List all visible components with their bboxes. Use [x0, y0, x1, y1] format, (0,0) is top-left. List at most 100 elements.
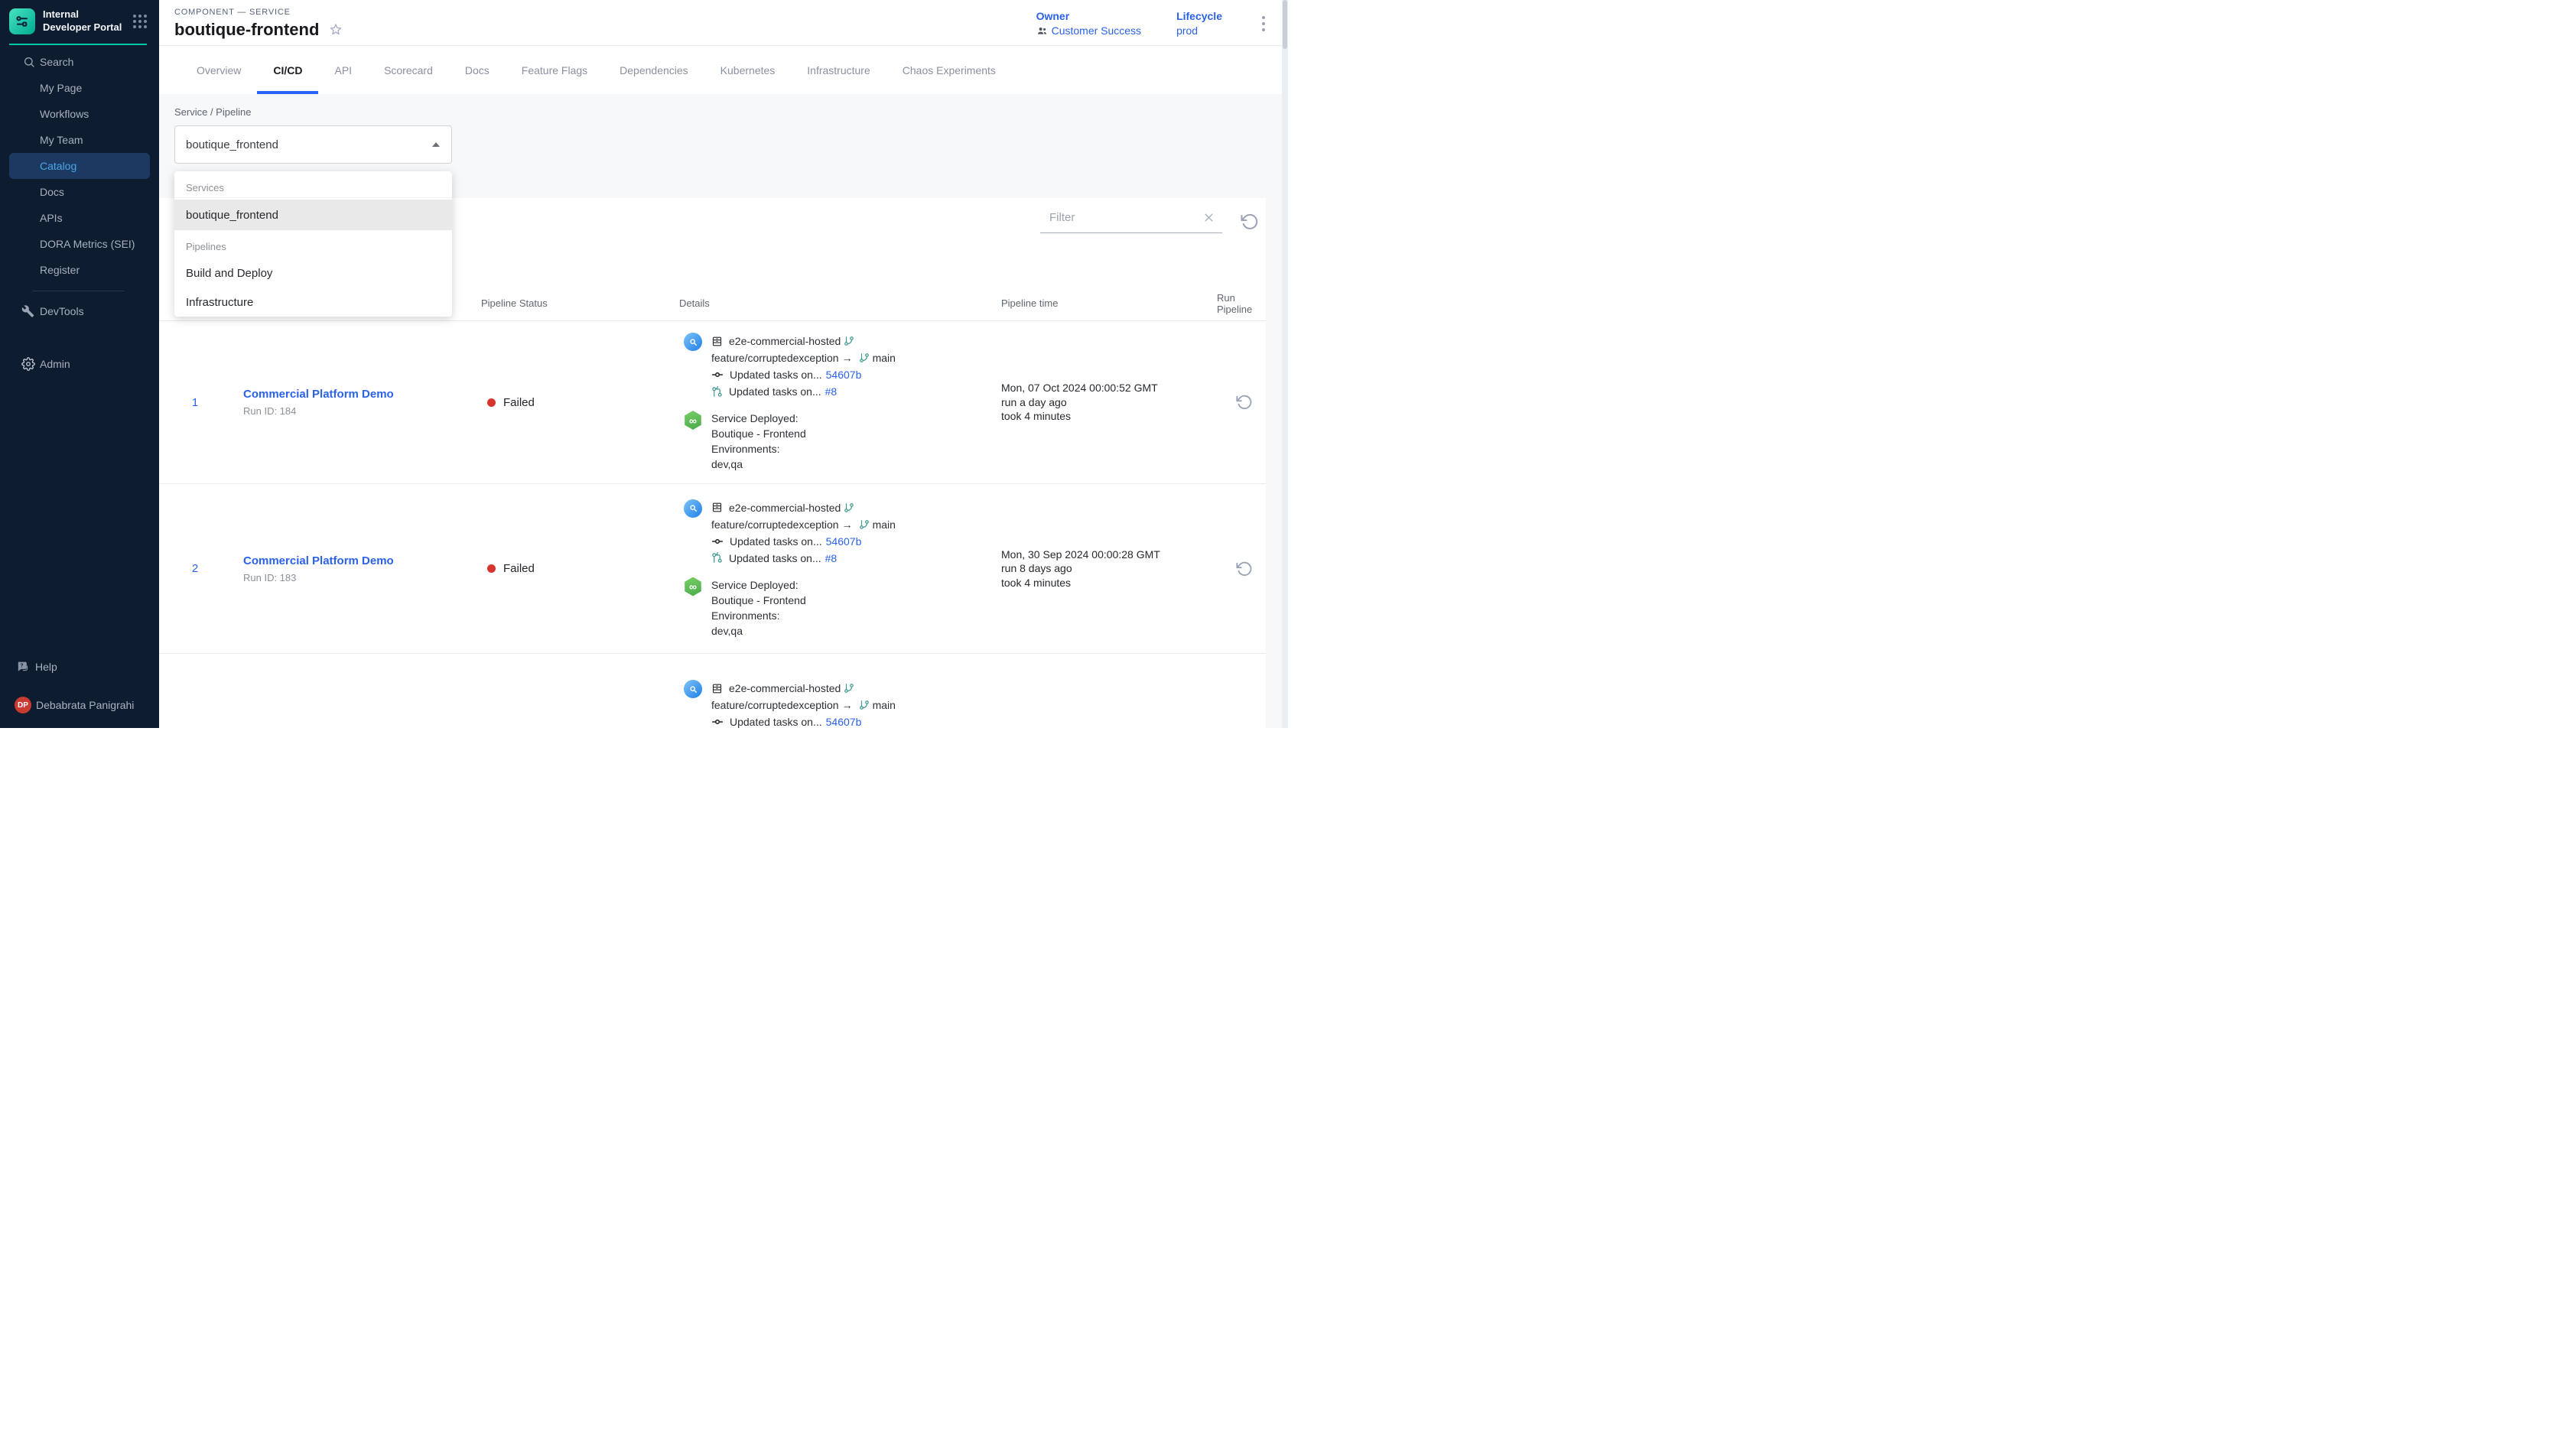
commit-icon	[711, 535, 724, 548]
tab-cicd[interactable]: CI/CD	[257, 46, 318, 94]
tab-infrastructure[interactable]: Infrastructure	[791, 46, 886, 94]
sidebar-item-label: DORA Metrics (SEI)	[40, 238, 135, 250]
rerun-pipeline-icon[interactable]	[1236, 561, 1253, 577]
pr-number-link[interactable]: #8	[825, 550, 838, 567]
dropdown-group-pipelines: Pipelines	[174, 237, 452, 255]
dropdown-option-boutique-frontend[interactable]: boutique_frontend	[174, 200, 452, 230]
sidebar-item-admin[interactable]: Admin	[9, 351, 150, 377]
branch-icon	[844, 502, 854, 513]
select-value: boutique_frontend	[186, 138, 278, 151]
branch-icon	[859, 519, 870, 530]
run-id: Run ID: 183	[243, 572, 481, 583]
tab-overview[interactable]: Overview	[181, 46, 257, 94]
search-icon	[23, 56, 35, 68]
favorite-star-icon[interactable]	[328, 22, 343, 37]
tab-feature-flags[interactable]: Feature Flags	[506, 46, 603, 94]
environments-label: Environments:	[711, 608, 806, 623]
harness-logo-icon	[9, 8, 35, 34]
main-area: COMPONENT — SERVICE boutique-frontend Ow…	[159, 0, 1288, 728]
sidebar-item-register[interactable]: Register	[9, 257, 150, 283]
tab-api[interactable]: API	[318, 46, 368, 94]
clear-filter-icon[interactable]	[1203, 212, 1215, 223]
sidebar-item-label: Workflows	[40, 108, 89, 120]
repo-icon	[711, 336, 723, 347]
commit-message: Updated tasks on...	[730, 366, 822, 383]
repo-icon	[711, 502, 723, 513]
pipeline-name-link[interactable]: Commercial Platform Demo	[243, 554, 394, 567]
repo-name: e2e-commercial-hosted	[729, 499, 841, 516]
branch-icon	[859, 353, 870, 363]
deploy-label: Service Deployed:	[711, 577, 806, 593]
pipeline-name-link[interactable]: Commercial Platform Demo	[243, 388, 394, 401]
run-timestamp: Mon, 30 Sep 2024 00:00:28 GMT	[1001, 548, 1217, 562]
sidebar-item-catalog[interactable]: Catalog	[9, 153, 150, 179]
run-index-link[interactable]: 1	[159, 396, 243, 409]
tab-chaos-experiments[interactable]: Chaos Experiments	[886, 46, 1012, 94]
sidebar-item-label: Admin	[40, 358, 70, 370]
status-label: Failed	[503, 562, 535, 575]
scrollbar-thumb[interactable]	[1283, 0, 1287, 49]
ci-stage-icon	[684, 333, 702, 351]
app-switcher-grid-icon[interactable]	[130, 11, 150, 31]
rerun-pipeline-icon[interactable]	[1236, 394, 1253, 411]
sidebar-item-label: My Team	[40, 134, 83, 146]
entity-tabs: Overview CI/CD API Scorecard Docs Featur…	[159, 46, 1288, 95]
sidebar-item-my-team[interactable]: My Team	[9, 127, 150, 153]
vertical-scrollbar[interactable]	[1282, 0, 1288, 728]
col-details: Details	[679, 297, 1001, 309]
sidebar-item-docs[interactable]: Docs	[9, 179, 150, 205]
owner-label: Owner	[1036, 10, 1141, 22]
commit-sha-link[interactable]: 54607b	[826, 713, 862, 728]
sidebar-item-apis[interactable]: APIs	[9, 205, 150, 231]
sidebar-item-my-page[interactable]: My Page	[9, 75, 150, 101]
commit-icon	[711, 716, 724, 728]
target-branch: main	[873, 697, 896, 713]
wrench-icon	[21, 305, 34, 318]
user-avatar: DP	[15, 697, 31, 713]
tab-scorecard[interactable]: Scorecard	[368, 46, 449, 94]
ci-stage-icon	[684, 680, 702, 698]
user-menu[interactable]: DP Debabrata Panigrahi	[0, 694, 159, 717]
sidebar-item-workflows[interactable]: Workflows	[9, 101, 150, 127]
help-label: Help	[35, 661, 57, 673]
tab-docs[interactable]: Docs	[449, 46, 506, 94]
pr-number-link[interactable]: #8	[825, 383, 838, 400]
status-label: Failed	[503, 396, 535, 409]
tab-kubernetes[interactable]: Kubernetes	[704, 46, 792, 94]
app-title: Internal Developer Portal	[43, 8, 122, 34]
gear-icon	[21, 357, 35, 371]
cd-stage-icon: ∞	[684, 411, 702, 430]
cicd-tab-content: Pipeline Status Details Pipeline time Ru…	[159, 94, 1288, 728]
sidebar-item-label: APIs	[40, 212, 63, 224]
svg-text:?: ?	[20, 663, 23, 669]
filter-input[interactable]	[1048, 210, 1203, 225]
refresh-icon[interactable]	[1241, 213, 1259, 231]
run-timestamp: Mon, 07 Oct 2024 00:00:52 GMT	[1001, 381, 1217, 395]
environments-value: dev,qa	[711, 623, 806, 639]
sidebar-item-devtools[interactable]: DevTools	[9, 298, 150, 324]
col-pipeline-status: Pipeline Status	[481, 297, 679, 309]
dropdown-option-infrastructure[interactable]: Infrastructure	[174, 288, 452, 317]
sidebar-item-label: Catalog	[40, 160, 76, 172]
run-duration: took 4 minutes	[1001, 576, 1217, 590]
sidebar-item-dora-metrics[interactable]: DORA Metrics (SEI)	[9, 231, 150, 257]
repo-icon	[711, 683, 723, 694]
tab-dependencies[interactable]: Dependencies	[603, 46, 704, 94]
service-pipeline-select[interactable]: boutique_frontend	[174, 125, 452, 164]
sidebar-item-label: Register	[40, 264, 80, 276]
sidebar-item-search[interactable]: Search	[9, 49, 150, 75]
commit-icon	[711, 369, 724, 381]
col-pipeline-time: Pipeline time	[1001, 297, 1217, 309]
commit-sha-link[interactable]: 54607b	[826, 366, 862, 383]
kebab-menu-icon[interactable]	[1257, 11, 1270, 36]
entity-kind-breadcrumb: COMPONENT — SERVICE	[174, 8, 343, 17]
arrow-right-icon: →	[842, 697, 853, 713]
commit-sha-link[interactable]: 54607b	[826, 533, 862, 550]
run-index-link[interactable]: 2	[159, 562, 243, 575]
sidebar-item-help[interactable]: ? Help	[0, 654, 159, 680]
owner-link[interactable]: Customer Success	[1036, 24, 1141, 37]
commit-message: Updated tasks on...	[730, 713, 822, 728]
page-header: COMPONENT — SERVICE boutique-frontend Ow…	[159, 0, 1288, 46]
dropdown-option-build-and-deploy[interactable]: Build and Deploy	[174, 258, 452, 288]
target-branch: main	[873, 516, 896, 533]
